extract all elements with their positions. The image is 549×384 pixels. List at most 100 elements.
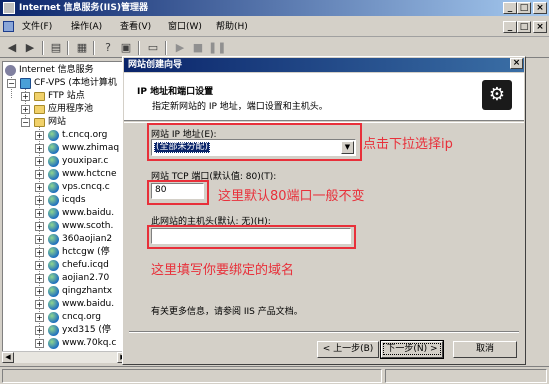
tree-node-label: CF-VPS (本地计算机: [34, 78, 117, 88]
website-globe-icon: [48, 130, 59, 141]
wizard-header: IP 地址和端口设置 指定新网站的 IP 地址，端口设置和主机头。 ⚙: [124, 73, 524, 121]
expand-icon[interactable]: +: [35, 196, 44, 205]
dialog-close-button[interactable]: ×: [510, 58, 523, 69]
expand-icon[interactable]: +: [21, 92, 30, 101]
collapse-icon[interactable]: −: [7, 79, 16, 88]
website-globe-icon: [48, 208, 59, 219]
tree-horizontal-scrollbar[interactable]: ◀ ▶: [2, 351, 129, 363]
website-globe-icon: [48, 182, 59, 193]
expand-icon[interactable]: +: [35, 287, 44, 296]
mdi-minimize-button[interactable]: _: [503, 21, 517, 33]
website-globe-icon: [48, 273, 59, 284]
annotation-box-host: [147, 225, 356, 249]
up-folder-icon[interactable]: ▤: [48, 40, 64, 56]
menu-file[interactable]: 文件(F): [22, 20, 52, 34]
tree-node-label: www.scoth.: [62, 221, 114, 231]
mdi-restore-button[interactable]: □: [517, 21, 531, 33]
annotation-ip: 点击下拉选择ip: [363, 137, 453, 152]
wizard-step-subtitle: 指定新网站的 IP 地址，端口设置和主机头。: [152, 102, 328, 112]
expand-icon[interactable]: +: [35, 131, 44, 140]
window-titlebar: Internet 信息服务(IIS)管理器 _ □ ×: [0, 0, 549, 16]
back-arrow-icon[interactable]: ◀: [4, 40, 20, 56]
tree-node-label: t.cncq.org: [62, 130, 108, 140]
tree-node-label: youxipar.c: [62, 156, 109, 166]
website-globe-icon: [48, 221, 59, 232]
expand-icon[interactable]: +: [35, 183, 44, 192]
iis-app-icon: [3, 2, 15, 14]
expand-icon[interactable]: +: [35, 274, 44, 283]
tree-node-label: www.70kq.c: [62, 338, 117, 348]
pause-icon[interactable]: ❚❚: [208, 40, 226, 56]
next-button-label: 下一步(N) >: [383, 343, 441, 355]
help-icon[interactable]: ?: [100, 40, 116, 56]
expand-icon[interactable]: +: [35, 235, 44, 244]
minimize-button[interactable]: _: [503, 2, 517, 14]
close-button[interactable]: ×: [533, 2, 547, 14]
tree-node-label: yxd315 (停: [62, 325, 111, 335]
tree-node-label: 360aojian2: [62, 234, 113, 244]
menu-view[interactable]: 查看(V): [120, 20, 151, 34]
tree-node-label: chefu.icqd: [62, 260, 109, 270]
maximize-button[interactable]: □: [517, 2, 531, 14]
tree-node-label: hctcgw (停: [62, 247, 110, 257]
cancel-button[interactable]: 取消: [453, 341, 517, 358]
tree-node-label: Internet 信息服务: [19, 65, 94, 75]
tree-node-label: www.baidu.: [62, 299, 115, 309]
properties-icon[interactable]: ▣: [118, 40, 134, 56]
document-icon[interactable]: [3, 21, 14, 32]
next-button[interactable]: 下一步(N) >: [380, 340, 444, 359]
expand-icon[interactable]: +: [35, 170, 44, 179]
expand-icon[interactable]: +: [21, 105, 30, 114]
more-info-text: 有关更多信息，请参阅 IIS 产品文档。: [151, 307, 303, 317]
stop-icon[interactable]: ■: [190, 40, 206, 56]
expand-icon[interactable]: +: [35, 339, 44, 348]
expand-icon[interactable]: +: [35, 261, 44, 270]
website-globe-icon: [48, 338, 59, 349]
annotation-host: 这里填写你要绑定的域名: [151, 263, 295, 278]
website-globe-icon: [48, 312, 59, 323]
website-globe-icon: [48, 260, 59, 271]
tree-node-label: 网站: [48, 117, 67, 127]
menu-action[interactable]: 操作(A): [71, 20, 102, 34]
menu-help[interactable]: 帮助(H): [216, 20, 248, 34]
website-globe-icon: [48, 247, 59, 258]
website-globe-icon: [48, 234, 59, 245]
toolbar: ◀ ▶ ▤ ▦ ? ▣ ▭ ▶ ■ ❚❚: [0, 38, 549, 58]
status-bar: [0, 366, 549, 384]
expand-icon[interactable]: +: [35, 222, 44, 231]
folder-icon: [34, 105, 45, 114]
wizard-step-title: IP 地址和端口设置: [137, 87, 214, 97]
forward-arrow-icon[interactable]: ▶: [22, 40, 38, 56]
website-creation-wizard: 网站创建向导 × IP 地址和端口设置 指定新网站的 IP 地址，端口设置和主机…: [122, 56, 526, 365]
expand-icon[interactable]: +: [35, 209, 44, 218]
tree-node-label: 应用程序池: [48, 104, 94, 114]
annotation-port: 这里默认80端口一般不变: [218, 189, 365, 204]
computer-icon: [20, 78, 31, 89]
annotation-box-ip: [147, 123, 362, 161]
menu-window[interactable]: 窗口(W): [168, 20, 202, 34]
play-icon[interactable]: ▶: [172, 40, 188, 56]
expand-icon[interactable]: +: [35, 157, 44, 166]
toolbar-separator: [165, 41, 167, 55]
back-button[interactable]: < 上一步(B): [317, 341, 379, 358]
folder-icon: [34, 118, 45, 127]
website-globe-icon: [48, 195, 59, 206]
tree-node-label: www.baidu.: [62, 208, 115, 218]
refresh-icon[interactable]: ▦: [74, 40, 90, 56]
expand-icon[interactable]: +: [35, 313, 44, 322]
scroll-left-icon[interactable]: ◀: [2, 352, 14, 363]
tree-node-label: www.zhimaq: [62, 143, 120, 153]
expand-icon[interactable]: +: [35, 144, 44, 153]
expand-icon[interactable]: +: [35, 248, 44, 257]
window-title: Internet 信息服务(IIS)管理器: [19, 3, 148, 13]
computer-icon[interactable]: ▭: [145, 40, 161, 56]
mdi-close-button[interactable]: ×: [533, 21, 547, 33]
tree-pane: Internet 信息服务 − CF-VPS (本地计算机 + FTP 站点 +…: [2, 61, 129, 363]
expand-icon[interactable]: +: [35, 300, 44, 309]
tree-node-label: qingzhantx: [62, 286, 113, 296]
expand-icon[interactable]: +: [35, 326, 44, 335]
tree-node-label: icqds: [62, 195, 86, 205]
dialog-title: 网站创建向导: [128, 60, 183, 70]
website-globe-icon: [48, 156, 59, 167]
collapse-icon[interactable]: −: [21, 118, 30, 127]
